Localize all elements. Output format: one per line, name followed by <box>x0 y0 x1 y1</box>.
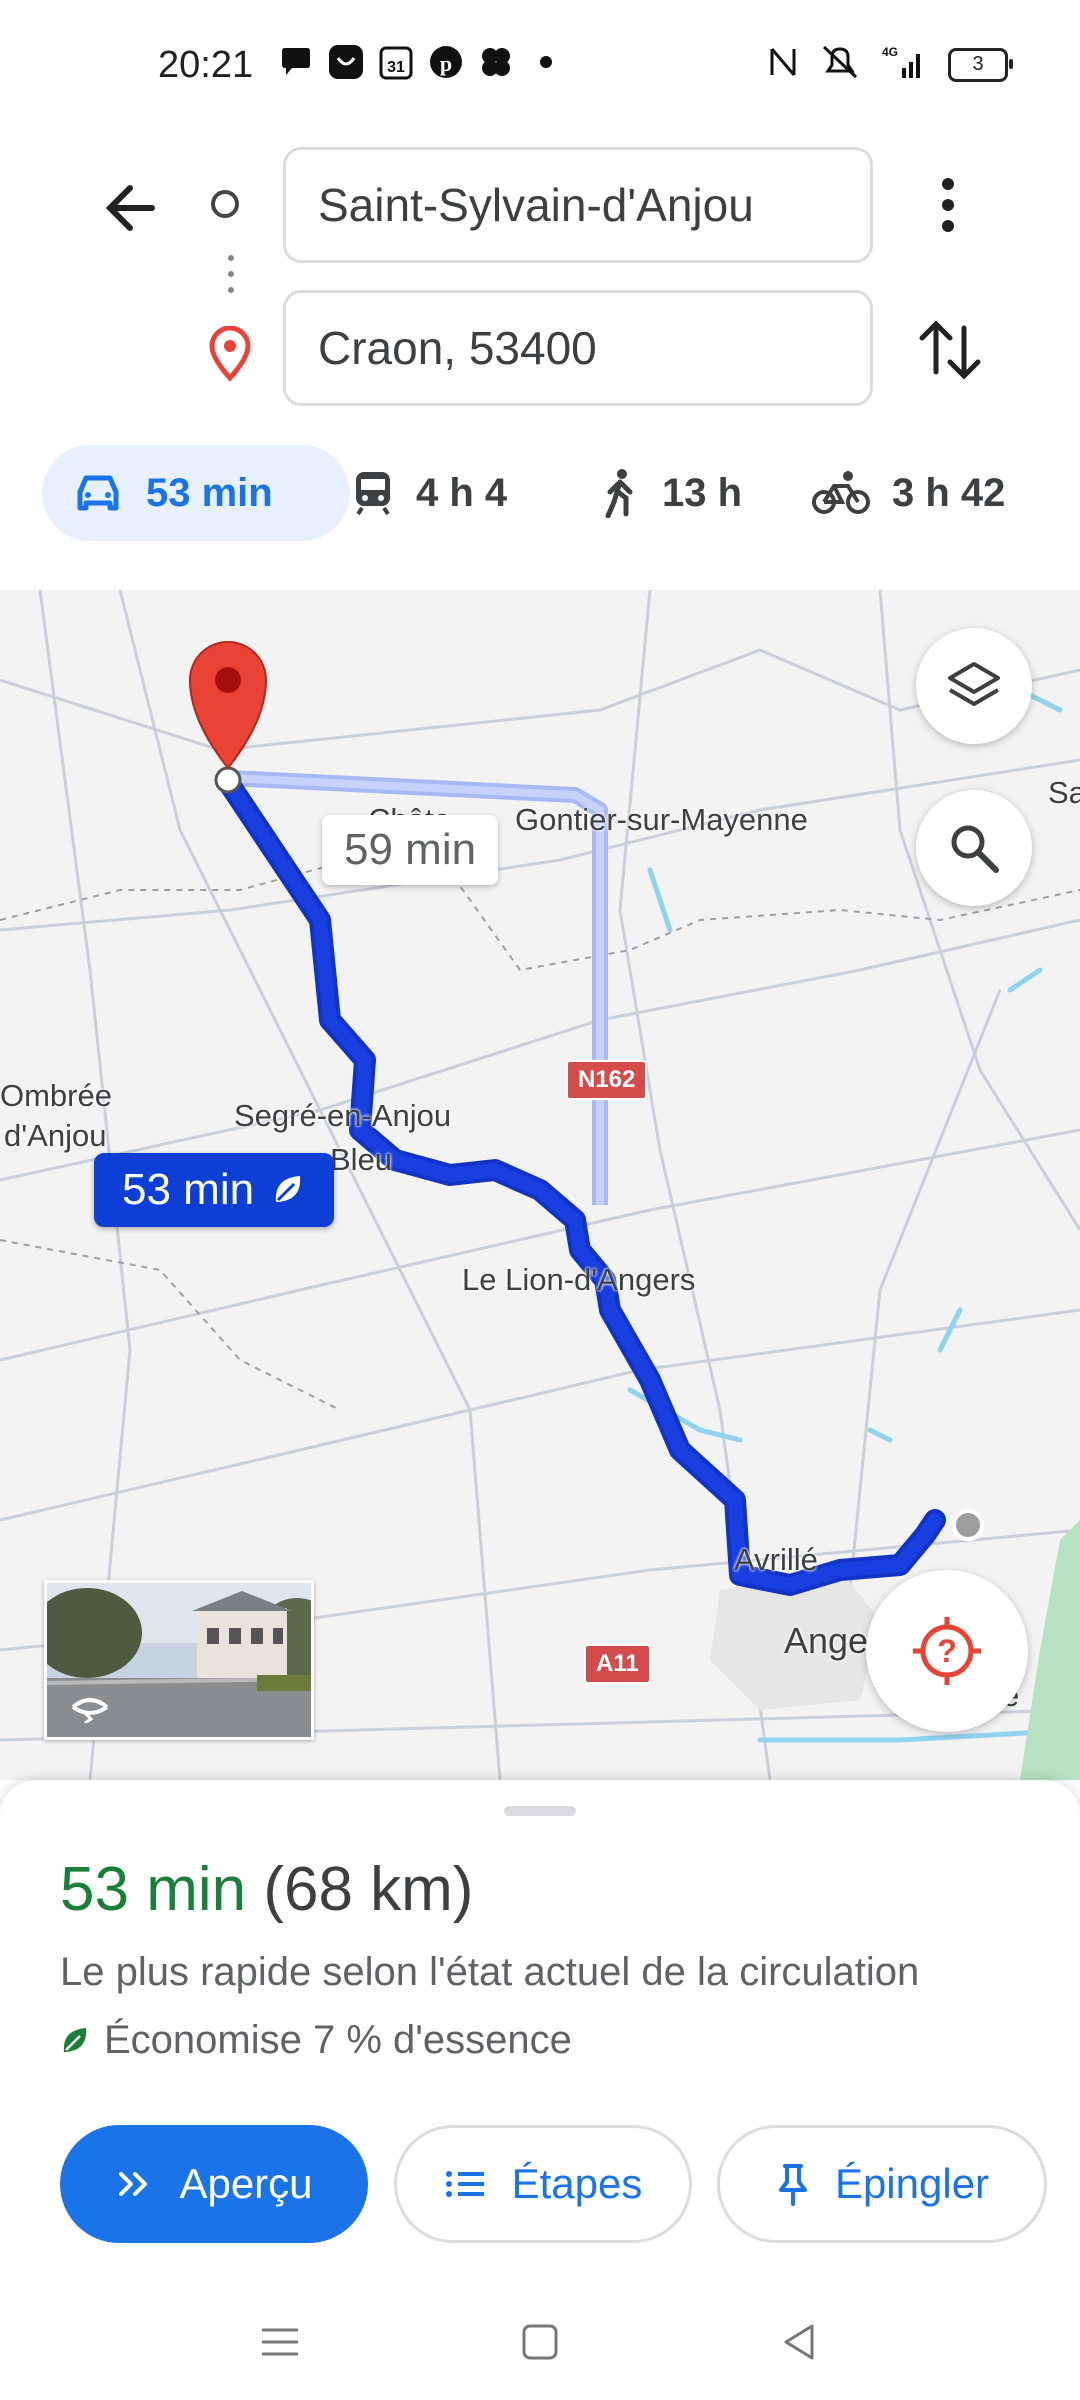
map-label-segre: Segré-en-Anjou <box>234 1098 452 1133</box>
swap-vertical-icon <box>919 320 981 380</box>
origin-dot-icon <box>211 190 239 218</box>
back-button[interactable] <box>92 168 172 248</box>
map-label-bleu: Bleu <box>330 1142 393 1177</box>
mode-bike-tab[interactable]: 3 h 42 <box>812 445 1005 541</box>
route-duration: 53 min <box>60 1855 247 1924</box>
svg-text:p: p <box>440 51 452 76</box>
double-chevron-right-icon <box>119 2172 148 2196</box>
system-icons: 4G 3 <box>768 44 1013 85</box>
clover-icon <box>478 44 514 80</box>
walk-icon <box>605 469 633 518</box>
svg-text:4G: 4G <box>882 45 898 59</box>
rotate-360-icon <box>71 1698 109 1723</box>
map-label-avrille: Avrillé <box>734 1542 818 1577</box>
mode-walk-tab[interactable]: 13 h <box>600 445 742 541</box>
road-badge-n162: N162 <box>566 1060 648 1100</box>
swap-button[interactable] <box>910 310 990 390</box>
menu-icon <box>262 2328 298 2356</box>
preview-button[interactable]: Aperçu <box>60 2125 368 2243</box>
mode-car-tab[interactable]: 53 min <box>42 445 350 541</box>
pin-label: Épingler <box>834 2160 990 2207</box>
svg-text:31: 31 <box>387 59 405 76</box>
steps-button[interactable]: Étapes <box>394 2125 692 2243</box>
destination-pin-icon <box>206 325 254 387</box>
mode-transit-label: 4 h 4 <box>416 470 508 515</box>
list-icon <box>445 2171 484 2197</box>
map-label-d-anjou: d'Anjou <box>4 1118 107 1153</box>
back-triangle-icon <box>784 2324 814 2360</box>
sheet-drag-handle[interactable] <box>504 1806 576 1816</box>
pin-button[interactable]: Épingler <box>717 2125 1047 2243</box>
more-vert-icon <box>942 178 954 232</box>
mode-transit-tab[interactable]: 4 h 4 <box>352 445 507 541</box>
map-view[interactable]: Châte Gontier-sur-Mayenne Sa Ombrée d'An… <box>0 590 1080 1780</box>
dot-icon <box>528 44 564 80</box>
route-description: Le plus rapide selon l'état actuel de la… <box>60 1950 920 1994</box>
location-unknown-icon: ? <box>913 1617 981 1685</box>
home-square-icon <box>522 2324 558 2360</box>
route-details-sheet: 53 min (68 km) Le plus rapide selon l'ét… <box>0 1780 1080 2400</box>
eco-text: Économise 7 % d'essence <box>104 2018 572 2062</box>
my-location-button[interactable]: ? <box>866 1570 1028 1732</box>
mode-bike-label: 3 h 42 <box>892 470 1006 515</box>
map-label-ombree: Ombrée <box>0 1078 112 1113</box>
nfc-icon <box>768 45 798 84</box>
signal-4g-icon: 4G <box>882 44 926 85</box>
steps-label: Étapes <box>511 2160 643 2207</box>
train-icon <box>356 472 390 516</box>
map-label-chateau-gontier: Gontier-sur-Mayenne <box>515 802 808 837</box>
origin-input[interactable]: Saint-Sylvain-d'Anjou <box>283 147 873 263</box>
chat-icon <box>278 44 314 80</box>
alt-route-time-bubble[interactable]: 59 min <box>322 815 499 885</box>
status-time: 20:21 <box>158 44 254 86</box>
messenger-icon <box>328 44 364 80</box>
calendar-icon: 31 <box>378 44 414 80</box>
mute-icon <box>820 45 860 84</box>
more-options-button[interactable] <box>920 170 976 240</box>
menu-nav-button[interactable] <box>250 2312 310 2372</box>
map-label-angers: Ange <box>784 1620 869 1661</box>
eco-leaf-icon <box>63 2027 87 2052</box>
search-icon <box>951 825 999 873</box>
street-view-thumbnail[interactable] <box>44 1580 314 1740</box>
notification-icons: 31 p <box>278 44 564 80</box>
battery-icon: 3 <box>948 47 1013 82</box>
eco-info: Économise 7 % d'essence <box>60 2018 572 2063</box>
arrow-left-icon <box>105 185 155 231</box>
mode-car-label: 53 min <box>146 470 273 515</box>
svg-text:?: ? <box>937 1633 957 1669</box>
home-nav-button[interactable] <box>510 2312 570 2372</box>
route-dots <box>228 255 234 301</box>
preview-label: Aperçu <box>179 2160 313 2207</box>
system-navigation-bar <box>0 2290 1080 2400</box>
travel-mode-tabs: 53 min 4 h 4 13 h 3 h 42 <box>0 445 1080 545</box>
layers-icon <box>948 662 1000 706</box>
eco-leaf-icon <box>275 1176 301 1202</box>
route-summary: 53 min (68 km) <box>60 1854 473 1925</box>
main-route-time-bubble[interactable]: 53 min <box>94 1153 335 1227</box>
map-search-button[interactable] <box>916 790 1032 906</box>
back-nav-button[interactable] <box>770 2312 830 2372</box>
road-badge-a11: A11 <box>584 1644 651 1684</box>
main-route-time: 53 min <box>122 1165 255 1214</box>
layers-button[interactable] <box>916 628 1032 744</box>
pinterest-icon: p <box>428 44 464 80</box>
bike-icon <box>812 471 870 514</box>
car-icon <box>77 475 119 511</box>
pin-icon <box>778 2164 807 2206</box>
status-bar: 20:21 31 p 4G 3 <box>0 0 1080 130</box>
destination-input[interactable]: Craon, 53400 <box>283 290 873 406</box>
map-label-lion: Le Lion-d'Angers <box>462 1262 696 1297</box>
map-label-sa-partial: Sa <box>1048 775 1080 810</box>
route-distance: (68 km) <box>263 1855 474 1924</box>
mode-walk-label: 13 h <box>662 470 743 515</box>
